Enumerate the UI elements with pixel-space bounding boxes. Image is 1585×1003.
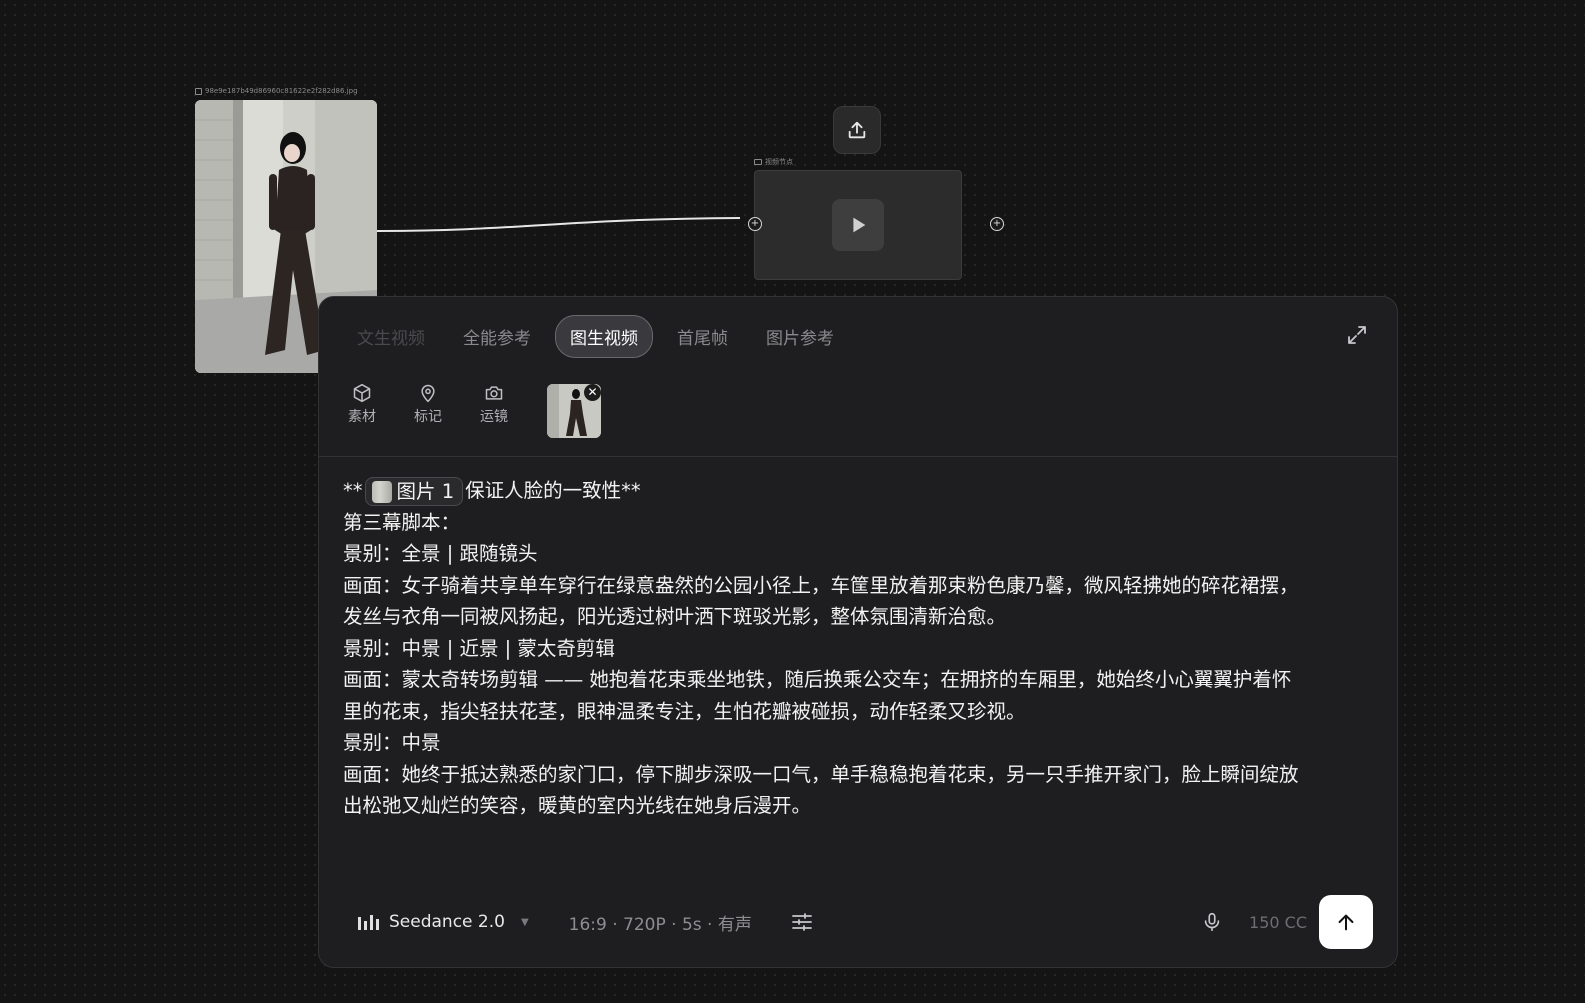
tool-camera-motion[interactable]: 运镜: [475, 383, 513, 426]
image-icon: [195, 87, 202, 95]
tab-first-last-frame[interactable]: 首尾帧: [663, 316, 742, 357]
video-params[interactable]: 16:9 · 720P · 5s · 有声: [569, 910, 752, 935]
video-camera-icon: [754, 159, 762, 165]
microphone-button[interactable]: [1201, 910, 1223, 934]
send-button[interactable]: [1319, 895, 1373, 949]
prompt-editor[interactable]: ** 图片 1 保证人脸的一致性** 第三幕脚本： 景别：全景 | 跟随镜头 画面：…: [343, 475, 1373, 822]
line1-text: 保证人脸的一致性**: [465, 479, 641, 502]
remove-thumbnail-close-icon[interactable]: ✕: [584, 384, 601, 401]
output-port-plus-icon[interactable]: +: [990, 217, 1004, 231]
tool-mark-label: 标记: [414, 409, 442, 425]
image-node-label: 98e9e187b49d86960c81622e2f282d86.jpg: [195, 87, 358, 95]
expand-icon: [1348, 326, 1366, 344]
tab-text-to-video[interactable]: 文生视频: [343, 316, 439, 357]
editor-line: ** 图片 1 保证人脸的一致性**: [343, 475, 1373, 507]
microphone-icon: [1204, 912, 1220, 932]
credits-cost: 150 CC: [1249, 912, 1307, 932]
chevron-down-icon: ▼: [520, 916, 529, 928]
play-icon: [853, 217, 866, 233]
model-name: Seedance 2.0: [389, 912, 505, 932]
tool-camera-motion-label: 运镜: [480, 409, 508, 425]
canvas[interactable]: 98e9e187b49d86960c81622e2f282d86.jpg 视频节…: [0, 0, 1585, 1003]
tab-all-reference[interactable]: 全能参考: [449, 316, 545, 357]
settings-button[interactable]: [790, 910, 814, 934]
editor-line: 景别：全景 | 跟随镜头: [343, 542, 538, 565]
editor-line: 景别：中景: [343, 731, 441, 754]
tool-material[interactable]: 素材: [343, 383, 381, 426]
divider: [319, 456, 1397, 457]
video-node-label: 视频节点: [754, 157, 793, 167]
mode-tabs: 文生视频 全能参考 图生视频 首尾帧 图片参考: [343, 315, 848, 358]
image-filename: 98e9e187b49d86960c81622e2f282d86.jpg: [205, 87, 358, 95]
sliders-icon: [791, 913, 812, 931]
bold-marker-open: **: [343, 479, 363, 502]
tool-material-label: 素材: [348, 409, 376, 425]
editor-line: 画面：女子骑着共享单车穿行在绿意盎然的公园小径上，车筐里放着那束粉色康乃馨，微风…: [343, 573, 1299, 597]
tab-image-reference[interactable]: 图片参考: [752, 316, 848, 357]
editor-line: 画面：蒙太奇转场剪辑 —— 她抱着花束乘坐地铁，随后换乘公交车；在拥挤的车厢里，…: [343, 668, 1292, 691]
upload-icon: [848, 121, 866, 139]
upload-button[interactable]: [833, 106, 881, 154]
input-port-plus-icon[interactable]: +: [748, 217, 762, 231]
generation-panel: 文生视频 全能参考 图生视频 首尾帧 图片参考 素材 标记 运镜 ✕ ** 图片…: [318, 296, 1398, 968]
pin-icon: [421, 384, 435, 403]
toolbar: 素材 标记 运镜 ✕: [343, 383, 601, 438]
video-node[interactable]: [754, 170, 962, 280]
editor-line: 里的花束，指尖轻扶花茎，眼神温柔专注，生怕花瓣被碰损，动作轻柔又珍视。: [343, 699, 1026, 723]
cube-icon: [353, 383, 371, 403]
tab-image-to-video[interactable]: 图生视频: [555, 315, 653, 358]
camera-icon: [485, 386, 503, 400]
editor-line: 画面：她终于抵达熟悉的家门口，停下脚步深吸一口气，单手稳稳抱着花束，另一只手推开…: [343, 762, 1299, 786]
expand-button[interactable]: [1343, 321, 1371, 349]
reference-thumbnail[interactable]: ✕: [547, 384, 601, 438]
editor-line: 发丝与衣角一同被风扬起，阳光透过树叶洒下斑驳光影，整体氛围清新治愈。: [343, 605, 1007, 628]
editor-line: 景别：中景 | 近景 | 蒙太奇剪辑: [343, 636, 615, 660]
play-button[interactable]: [832, 199, 884, 251]
image-reference-chip[interactable]: 图片 1: [364, 477, 464, 506]
arrow-up-icon: [1338, 914, 1354, 931]
tool-mark[interactable]: 标记: [409, 383, 447, 426]
video-node-title: 视频节点: [765, 158, 793, 166]
chip-label: 图片 1: [396, 479, 455, 503]
bottom-bar: Seedance 2.0 ▼ 16:9 · 720P · 5s · 有声 150…: [343, 895, 1373, 949]
model-selector[interactable]: Seedance 2.0 ▼: [343, 912, 529, 932]
chip-thumbnail: [371, 480, 392, 503]
editor-line: 出松弛又灿烂的笑容，暖黄的室内光线在她身后漫开。: [343, 794, 812, 817]
editor-line: 第三幕脚本：: [343, 510, 461, 534]
audio-bars-icon: [358, 915, 379, 930]
